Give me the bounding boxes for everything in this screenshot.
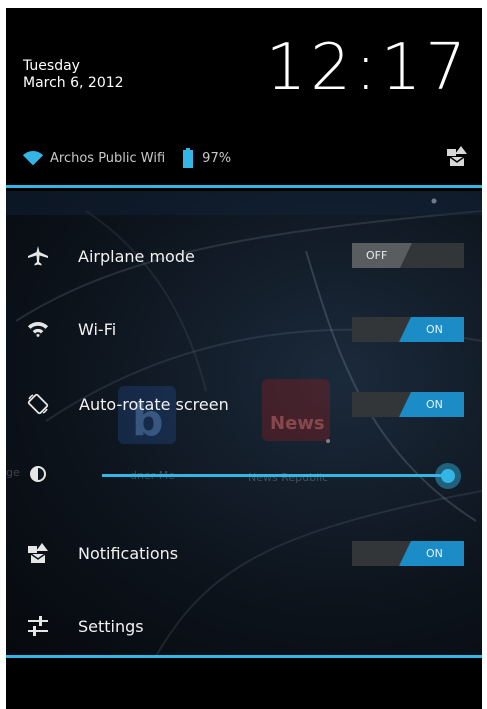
wifi-toggle[interactable]: ON (352, 317, 464, 342)
toggle-state-label: OFF (366, 249, 388, 262)
day-label: Tuesday (23, 58, 80, 74)
header-divider (6, 185, 482, 188)
notification-shade: Tuesday March 6, 2012 12:17 Archos Publi… (6, 8, 482, 709)
settings-sliders-icon (25, 613, 51, 639)
wifi-label: Wi-Fi (78, 319, 117, 339)
auto-rotate-toggle[interactable]: ON (352, 392, 464, 417)
status-row: Archos Public Wifi 97% (22, 146, 231, 170)
airplane-icon (25, 243, 51, 269)
airplane-mode-label: Airplane mode (78, 246, 195, 266)
wifi-signal-icon (22, 151, 44, 166)
notifications-row[interactable]: Notifications ON (6, 525, 482, 581)
toggle-state-label: ON (426, 323, 443, 336)
screen-rotation-icon (25, 391, 51, 417)
toggle-state-label: ON (426, 398, 443, 411)
settings-row[interactable]: Settings (6, 598, 482, 654)
airplane-mode-row[interactable]: Airplane mode OFF (6, 228, 482, 284)
notifications-label: Notifications (78, 543, 179, 563)
wifi-icon (25, 316, 51, 342)
notifications-toggle[interactable]: ON (352, 541, 464, 566)
toggle-state-label: ON (426, 547, 443, 560)
battery-icon (183, 148, 194, 168)
wifi-network-name: Archos Public Wifi (50, 150, 166, 166)
date-label: March 6, 2012 (23, 75, 124, 91)
auto-rotate-row[interactable]: Auto-rotate screen ON (6, 376, 482, 432)
clock: 12:17 (265, 31, 470, 105)
auto-rotate-label: Auto-rotate screen (79, 394, 229, 414)
brightness-slider-thumb[interactable] (435, 463, 461, 489)
wifi-row[interactable]: Wi-Fi ON (6, 301, 482, 357)
brightness-slider-track[interactable] (102, 474, 448, 477)
battery-level: 97% (202, 150, 232, 166)
background-app-label: ge (6, 466, 20, 479)
airplane-mode-toggle[interactable]: OFF (352, 243, 464, 268)
notifications-icon (25, 540, 51, 566)
notification-settings-icon[interactable] (446, 145, 468, 167)
quick-settings-panel: b News ge dner Me News Republic Airplane… (6, 191, 482, 656)
brightness-icon (28, 464, 48, 484)
date-display: Tuesday March 6, 2012 (23, 58, 124, 92)
settings-label: Settings (78, 616, 144, 636)
background-app-label: News Republic (248, 471, 329, 484)
panel-bottom-divider (6, 655, 482, 658)
